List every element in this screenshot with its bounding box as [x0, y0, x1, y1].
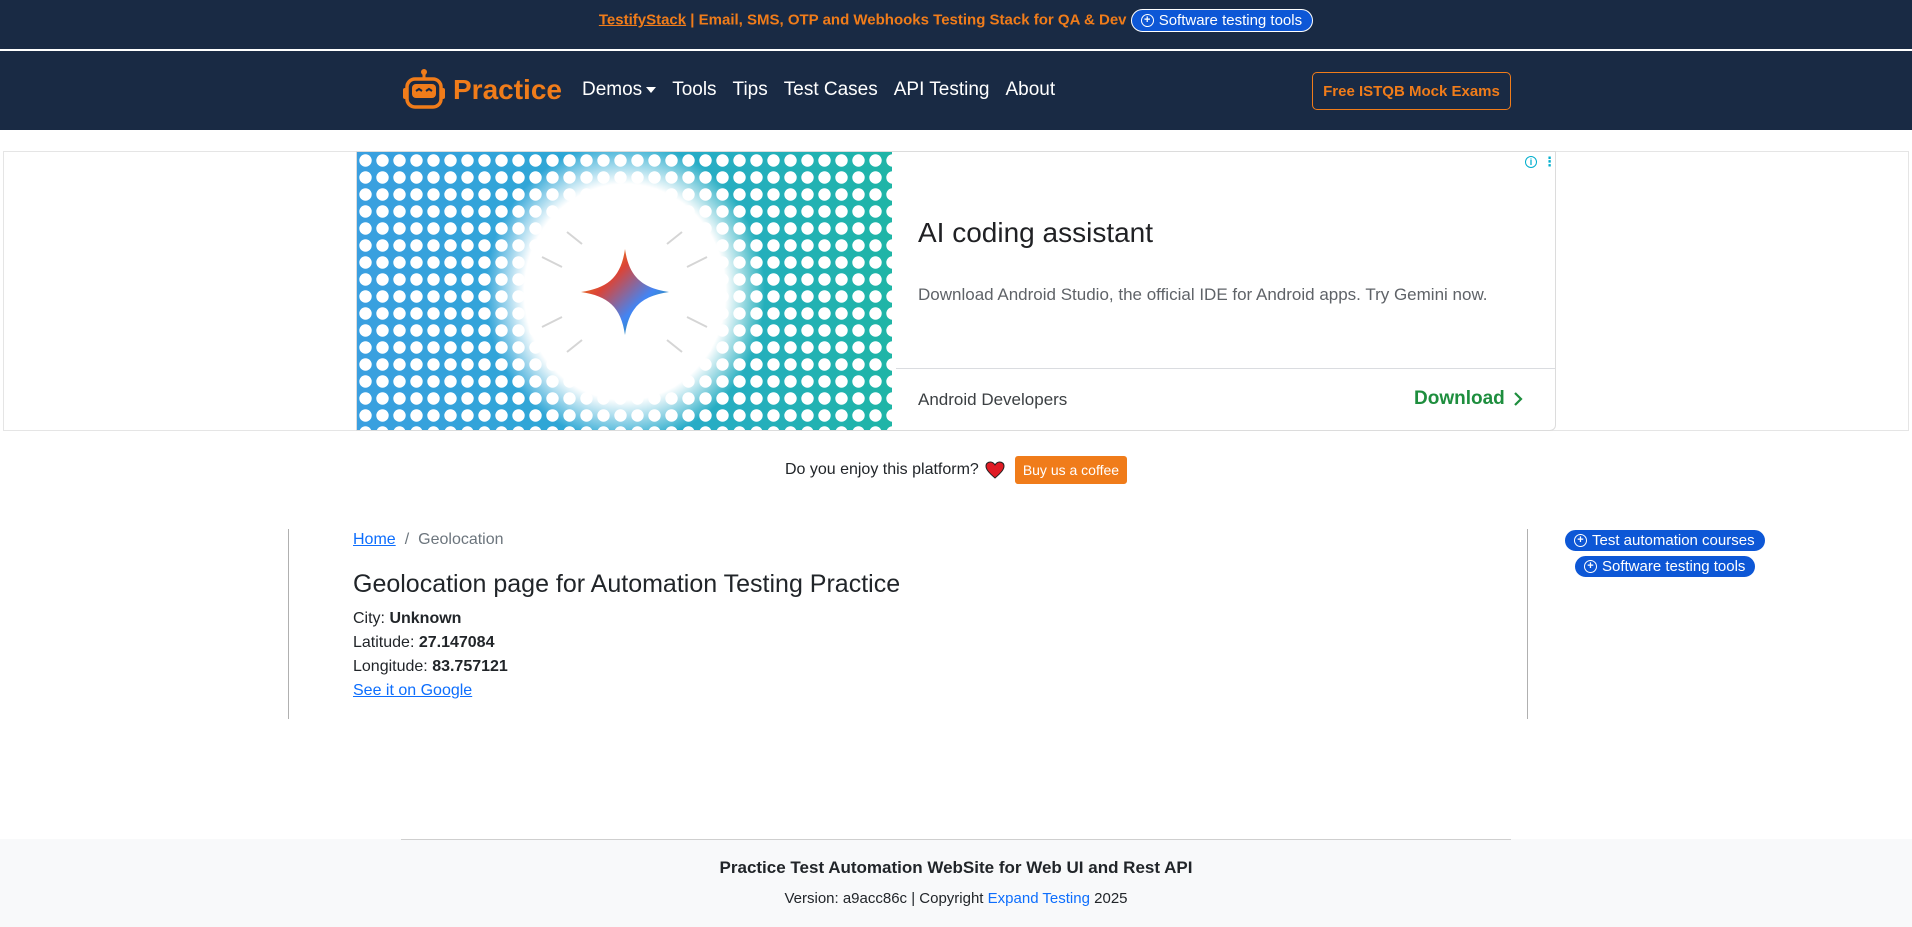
- coffee-question: Do you enjoy this platform?: [784, 461, 979, 478]
- nav-tools[interactable]: Tools: [672, 79, 716, 101]
- ad-info: i ⋮: [1525, 155, 1555, 168]
- copyright-year: 2025: [1089, 890, 1128, 907]
- city-label: City:: [353, 610, 385, 627]
- buy-coffee-button[interactable]: Buy us a coffee: [1014, 456, 1128, 484]
- longitude-value: 83.757121: [432, 658, 508, 675]
- latitude-line: Latitude: 27.147084: [353, 634, 494, 652]
- ad-divider: [896, 368, 1555, 369]
- istqb-mock-exams-button[interactable]: Free ISTQB Mock Exams: [1312, 72, 1511, 110]
- latitude-label: Latitude:: [353, 634, 415, 651]
- nav-links: Demos Tools Tips Test Cases API Testing …: [582, 79, 1055, 101]
- nav-demos[interactable]: Demos: [582, 79, 657, 101]
- latitude-value: 27.147084: [418, 634, 495, 651]
- footer: Practice Test Automation WebSite for Web…: [0, 839, 1912, 927]
- nav-about[interactable]: About: [1006, 79, 1056, 101]
- content-left-border: [288, 529, 289, 719]
- promo-content: TestifyStack | Email, SMS, OTP and Webho…: [0, 9, 1912, 32]
- nav-tips[interactable]: Tips: [733, 79, 768, 101]
- chevron-right-icon: [1514, 392, 1523, 406]
- plus-circle-icon: +: [1140, 14, 1154, 27]
- longitude-line: Longitude: 83.757121: [353, 658, 508, 676]
- version-text: Version: a9acc86c | Copyright: [784, 890, 988, 907]
- city-value: Unknown: [389, 610, 462, 627]
- nav-demos-label: Demos: [582, 79, 643, 100]
- heart-icon: [985, 461, 1005, 479]
- pill-label: Software testing tools: [1602, 558, 1746, 575]
- breadcrumb-current: Geolocation: [418, 531, 504, 548]
- navbar: Practice Demos Tools Tips Test Cases API…: [0, 51, 1912, 130]
- longitude-label: Longitude:: [353, 658, 428, 675]
- coffee-prompt: Do you enjoy this platform? Buy us a cof…: [0, 456, 1912, 484]
- ad-title[interactable]: AI coding assistant: [918, 217, 1153, 249]
- nav-test-cases[interactable]: Test Cases: [784, 79, 878, 101]
- software-testing-tools-side-pill[interactable]: + Software testing tools: [1574, 555, 1757, 578]
- ad-description[interactable]: Download Android Studio, the official ID…: [918, 285, 1488, 305]
- breadcrumb: Home / Geolocation: [353, 531, 504, 549]
- footer-version: Version: a9acc86c | Copyright Expand Tes…: [0, 890, 1912, 907]
- plus-circle-icon: +: [1574, 534, 1587, 547]
- caret-down-icon: [646, 86, 657, 93]
- pill-label: Test automation courses: [1592, 532, 1755, 549]
- ad-advertiser[interactable]: Android Developers: [918, 390, 1067, 410]
- city-line: City: Unknown: [353, 610, 461, 628]
- pill-label: Software testing tools: [1158, 12, 1303, 29]
- testifystack-link[interactable]: TestifyStack: [599, 11, 686, 28]
- software-testing-tools-pill[interactable]: + Software testing tools: [1130, 9, 1314, 32]
- breadcrumb-separator: /: [404, 531, 410, 548]
- see-on-google-link[interactable]: See it on Google: [353, 682, 472, 700]
- test-automation-courses-pill[interactable]: + Test automation courses: [1564, 529, 1766, 552]
- promo-text: | Email, SMS, OTP and Webhooks Testing S…: [686, 11, 1127, 29]
- page-title: Geolocation page for Automation Testing …: [353, 570, 901, 598]
- nav-api-testing[interactable]: API Testing: [894, 79, 990, 101]
- more-options-icon[interactable]: ⋮: [1543, 155, 1555, 168]
- robot-logo-icon: [403, 69, 445, 109]
- footer-divider: [401, 839, 1511, 840]
- promo-bar: TestifyStack | Email, SMS, OTP and Webho…: [0, 0, 1912, 51]
- info-icon[interactable]: i: [1525, 155, 1537, 168]
- ad-download-button[interactable]: Download: [1414, 388, 1523, 410]
- ad-download-label: Download: [1414, 388, 1505, 409]
- ad-image[interactable]: [357, 152, 892, 431]
- expand-testing-link[interactable]: Expand Testing: [988, 890, 1090, 907]
- content-right-border: [1527, 529, 1528, 719]
- breadcrumb-home[interactable]: Home: [353, 531, 396, 549]
- footer-title: Practice Test Automation WebSite for Web…: [719, 858, 1193, 877]
- ad-card[interactable]: i ⋮ AI coding assistant Download Android…: [356, 151, 1556, 431]
- plus-circle-icon: +: [1584, 560, 1597, 573]
- logo[interactable]: Practice: [401, 67, 562, 113]
- logo-text: Practice: [453, 74, 562, 105]
